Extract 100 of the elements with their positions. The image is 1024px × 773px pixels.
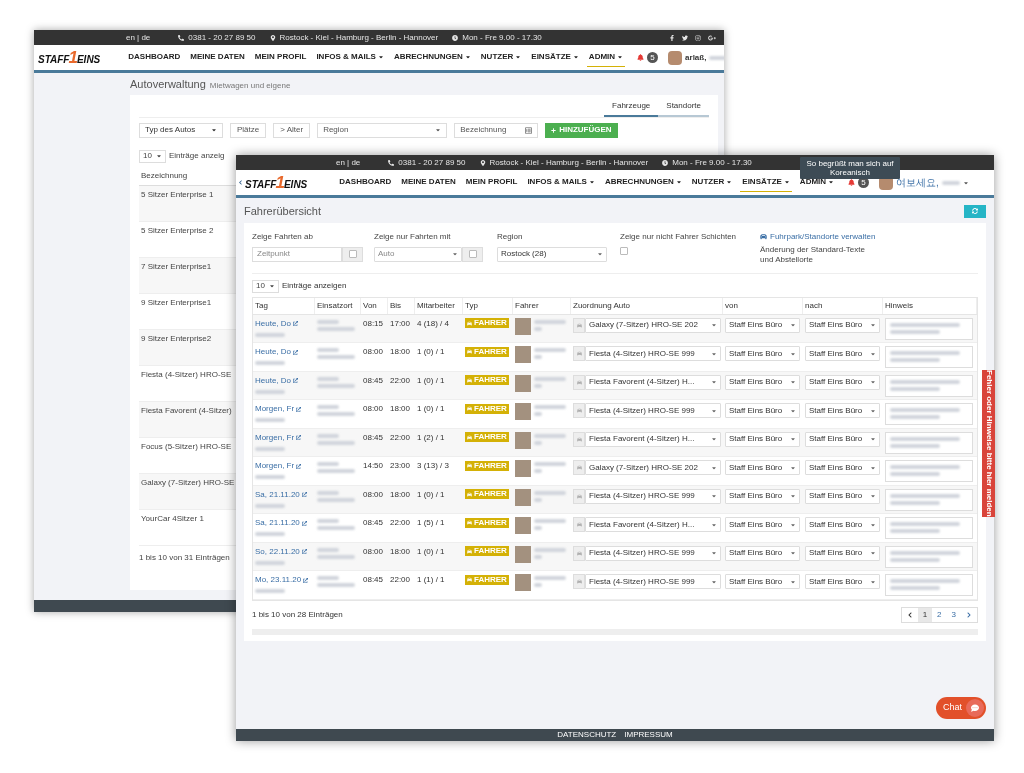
nav-item[interactable]: ADMIN — [586, 48, 626, 67]
nav-item[interactable]: MEIN PROFIL — [463, 173, 520, 192]
region-select[interactable]: Rostock (28) — [497, 246, 607, 262]
date-link[interactable]: Morgen, Fr — [255, 431, 313, 444]
date-link[interactable]: Sa, 21.11.20 — [255, 488, 313, 501]
page-button[interactable]: 2 — [932, 607, 947, 622]
date-link[interactable]: Heute, Do — [255, 317, 313, 330]
facebook-icon[interactable] — [669, 34, 675, 41]
bell-icon[interactable] — [848, 179, 856, 186]
nav-item[interactable]: ABRECHNUNGEN — [391, 48, 473, 67]
from-select[interactable]: Staff Eins Büro — [725, 460, 800, 475]
note-field[interactable] — [885, 374, 973, 397]
language-links[interactable]: en | de — [336, 156, 361, 169]
note-field[interactable] — [885, 488, 973, 511]
from-select[interactable]: Staff Eins Büro — [725, 431, 800, 447]
car-select[interactable]: Fiesta Favorent (4-Sitzer) H... — [585, 374, 721, 390]
from-select[interactable]: Staff Eins Büro — [725, 574, 800, 589]
nav-item[interactable]: DASHBOARD — [337, 173, 394, 192]
google-plus-icon[interactable] — [708, 33, 716, 42]
note-field[interactable] — [885, 346, 973, 368]
to-select[interactable]: Staff Eins Büro — [805, 403, 880, 418]
to-select[interactable]: Staff Eins Büro — [805, 574, 880, 589]
date-link[interactable]: Morgen, Fr — [255, 460, 313, 472]
logo[interactable]: STAFF1EINS — [38, 50, 101, 65]
column-header[interactable]: Von — [361, 297, 388, 314]
age-field[interactable]: > Alter — [273, 122, 311, 138]
checkbox[interactable] — [468, 250, 477, 258]
from-select[interactable]: Staff Eins Büro — [725, 346, 800, 361]
column-header[interactable]: Mitarbeiter — [415, 297, 463, 314]
nav-item[interactable]: ABRECHNUNGEN — [602, 173, 684, 192]
note-field[interactable] — [885, 574, 973, 596]
refresh-button[interactable] — [964, 204, 986, 218]
car-select[interactable]: Fiesta (4-Sitzer) HRO-SE 999 — [585, 574, 721, 589]
to-select[interactable]: Staff Eins Büro — [805, 545, 880, 561]
to-select[interactable]: Staff Eins Büro — [805, 488, 880, 504]
from-select[interactable]: Staff Eins Büro — [725, 517, 800, 532]
bell-icon[interactable] — [637, 54, 645, 61]
checkbox[interactable] — [620, 246, 628, 255]
tab[interactable]: Fahrzeuge — [604, 96, 659, 117]
column-header[interactable]: Hinweis — [883, 297, 977, 314]
date-link[interactable]: Morgen, Fr — [255, 403, 313, 415]
column-header[interactable]: Tag — [253, 297, 315, 314]
note-field[interactable] — [885, 317, 973, 340]
entries-select[interactable]: 10 — [139, 149, 166, 163]
to-select[interactable]: Staff Eins Büro — [805, 374, 880, 390]
tab[interactable]: Standorte — [658, 96, 709, 117]
car-select[interactable]: Fiesta Favorent (4-Sitzer) H... — [585, 517, 721, 532]
column-header[interactable]: Fahrer — [513, 297, 571, 314]
nav-item[interactable]: INFOS & MAILS — [314, 48, 386, 67]
logo[interactable]: STAFF1EINS — [245, 175, 308, 190]
footer-link[interactable]: DATENSCHUTZ — [557, 729, 617, 741]
car-select[interactable]: Fiesta (4-Sitzer) HRO-SE 999 — [585, 488, 721, 504]
note-field[interactable] — [885, 517, 973, 539]
instagram-icon[interactable] — [695, 34, 701, 41]
twitter-icon[interactable] — [682, 34, 688, 41]
nav-item[interactable]: DASHBOARD — [126, 48, 183, 67]
back-arrow-icon[interactable] — [238, 180, 243, 185]
user-name[interactable]: arlaß, — [685, 51, 707, 64]
page-button[interactable]: 3 — [946, 607, 961, 622]
car-select[interactable]: Fiesta (4-Sitzer) HRO-SE 999 — [585, 403, 721, 418]
car-select[interactable]: Galaxy (7-Sitzer) HRO-SE 202 — [585, 317, 721, 333]
note-field[interactable] — [885, 460, 973, 482]
vehicle-select[interactable]: Auto — [374, 246, 462, 262]
chat-button[interactable]: Chat — [936, 697, 986, 719]
date-link[interactable]: Mo, 23.11.20 — [255, 574, 313, 586]
date-link[interactable]: Sa, 21.11.20 — [255, 517, 313, 529]
manage-link[interactable]: Fuhrpark/Standorte verwalten — [760, 230, 910, 243]
nav-item[interactable]: EINSÄTZE — [740, 173, 792, 192]
nav-item[interactable]: NUTZER — [689, 173, 735, 192]
language-links[interactable]: en | de — [126, 31, 151, 44]
note-field[interactable] — [885, 431, 973, 454]
seats-field[interactable]: Plätze — [230, 122, 267, 138]
column-header[interactable]: Einsatzort — [315, 297, 361, 314]
column-header[interactable]: Bis — [388, 297, 415, 314]
time-field[interactable]: Zeitpunkt — [252, 246, 342, 262]
footer-link[interactable]: IMPRESSUM — [624, 729, 673, 741]
entries-select[interactable]: 10 — [252, 279, 279, 293]
to-select[interactable]: Staff Eins Büro — [805, 460, 880, 475]
to-select[interactable]: Staff Eins Büro — [805, 431, 880, 447]
nav-item[interactable]: MEIN PROFIL — [252, 48, 309, 67]
from-select[interactable]: Staff Eins Büro — [725, 374, 800, 390]
nav-item[interactable]: MEINE DATEN — [188, 48, 247, 67]
note-field[interactable] — [885, 403, 973, 425]
from-select[interactable]: Staff Eins Büro — [725, 317, 800, 333]
car-type-select[interactable]: Typ des Autos — [139, 122, 223, 138]
note-field[interactable] — [885, 545, 973, 568]
car-select[interactable]: Galaxy (7-Sitzer) HRO-SE 202 — [585, 460, 721, 475]
car-select[interactable]: Fiesta (4-Sitzer) HRO-SE 999 — [585, 346, 721, 361]
from-select[interactable]: Staff Eins Büro — [725, 403, 800, 418]
feedback-tab[interactable]: Fehler oder Hinweise bitte hier melden — [982, 370, 995, 517]
name-field[interactable]: Bezeichnung — [454, 122, 539, 138]
region-select[interactable]: Region — [317, 122, 448, 138]
date-link[interactable]: Heute, Do — [255, 346, 313, 358]
column-header[interactable]: nach — [803, 297, 883, 314]
to-select[interactable]: Staff Eins Büro — [805, 317, 880, 333]
car-select[interactable]: Fiesta Favorent (4-Sitzer) H... — [585, 431, 721, 447]
column-header[interactable]: von — [723, 297, 803, 314]
nav-item[interactable]: MEINE DATEN — [399, 173, 458, 192]
date-link[interactable]: Heute, Do — [255, 374, 313, 387]
nav-item[interactable]: NUTZER — [478, 48, 524, 67]
